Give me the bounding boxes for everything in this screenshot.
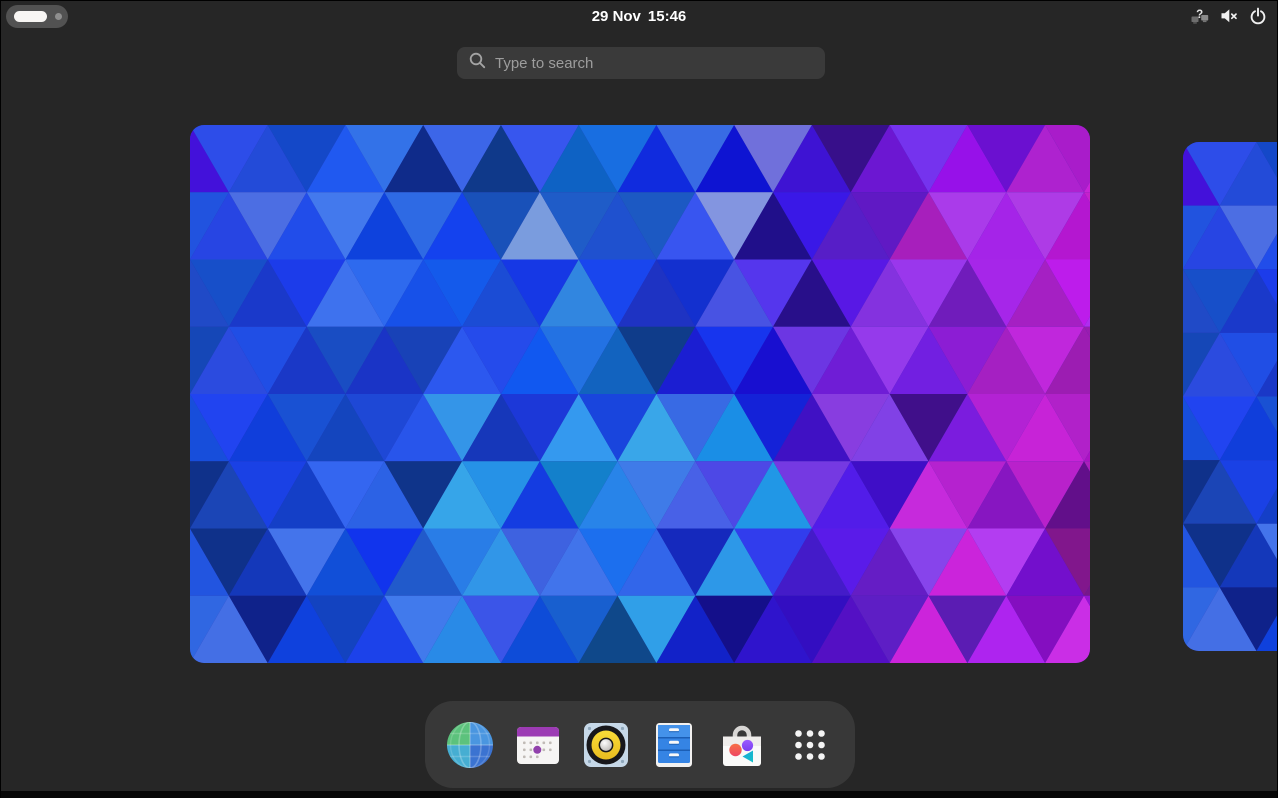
workspace-preview-active[interactable]: [190, 125, 1090, 663]
network-unknown-icon: ?: [1191, 8, 1209, 25]
calendar-icon: [513, 720, 563, 770]
dock-item-files[interactable]: [649, 720, 699, 770]
dock-item-software-store[interactable]: [717, 720, 767, 770]
dock-item-web-browser[interactable]: [445, 720, 495, 770]
dock-item-calendar[interactable]: [513, 720, 563, 770]
workspace-indicator[interactable]: [6, 5, 68, 28]
file-cabinet-icon: [649, 720, 699, 770]
dash-dock: [425, 701, 855, 788]
power-icon: [1249, 7, 1267, 25]
workspace-preview-next[interactable]: [1183, 142, 1278, 651]
clock-date: 29 Nov: [592, 8, 641, 25]
app-grid-icon: [785, 720, 835, 770]
volume-muted-icon: [1220, 8, 1238, 24]
shopping-bag-icon: [717, 720, 767, 770]
search-icon: [469, 52, 486, 74]
clock-time: 15:46: [648, 8, 686, 25]
dock-item-show-apps[interactable]: [785, 720, 835, 770]
top-bar: 29 Nov 15:46 ?: [1, 1, 1277, 31]
clock-button[interactable]: 29 Nov 15:46: [592, 1, 687, 31]
workspace-dot-inactive: [55, 13, 62, 20]
wallpaper: [190, 125, 1090, 663]
gnome-activities-overview: 29 Nov 15:46 ?: [0, 0, 1278, 798]
quick-settings-button[interactable]: ?: [1191, 1, 1267, 31]
search-box[interactable]: [457, 47, 825, 79]
speaker-icon: [581, 720, 631, 770]
wallpaper: [1183, 142, 1278, 651]
svg-text:?: ?: [1196, 9, 1203, 21]
screen-bottom-edge: [1, 791, 1277, 798]
globe-icon: [445, 720, 495, 770]
workspace-pill-active: [14, 11, 47, 22]
search-input[interactable]: [495, 55, 813, 72]
dock-item-music-player[interactable]: [581, 720, 631, 770]
